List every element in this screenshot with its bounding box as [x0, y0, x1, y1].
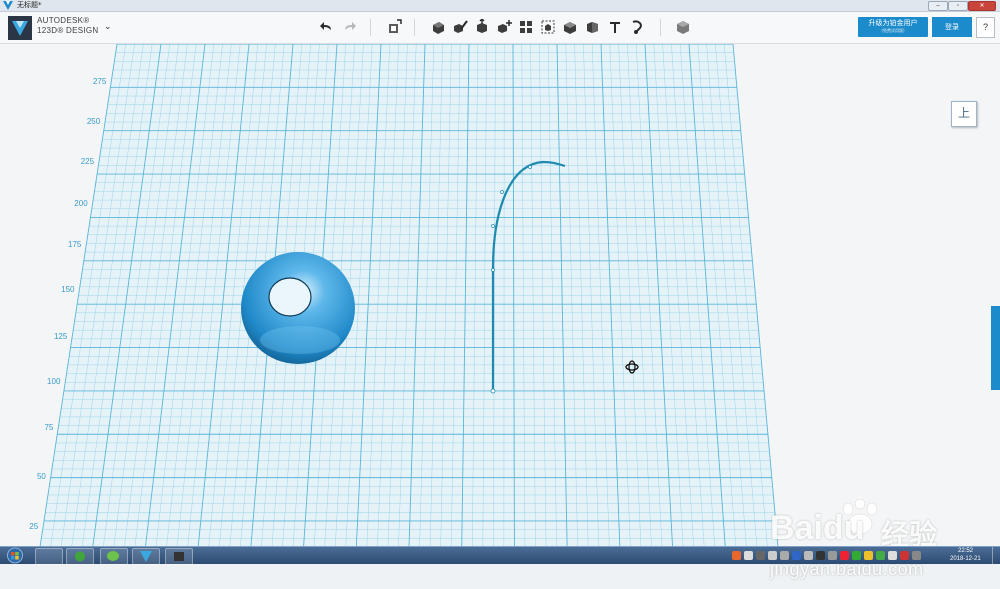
maximize-button[interactable]: ▫ [948, 1, 968, 11]
tray-icon[interactable] [852, 551, 861, 560]
tray-icon[interactable] [732, 551, 741, 560]
tray-icon[interactable] [840, 551, 849, 560]
tray-icon[interactable] [768, 551, 777, 560]
grid-axis-label: 75 [44, 423, 53, 432]
grid-axis-label: 100 [47, 377, 61, 386]
redo-icon[interactable] [341, 19, 357, 35]
main-toolbar: AUTODESK® 123D® DESIGN ⌄ [0, 12, 1000, 44]
tray-icon[interactable] [744, 551, 753, 560]
grid-axis-label: 250 [87, 117, 101, 126]
sphere-shape[interactable] [241, 252, 355, 364]
app-window: 无标题* – ▫ ✕ AUTODESK® 123D® DESIGN ⌄ [0, 0, 1000, 563]
system-tray [728, 548, 938, 563]
tray-icon[interactable] [864, 551, 873, 560]
tray-icon[interactable] [828, 551, 837, 560]
brand-name: AUTODESK® [37, 16, 89, 25]
close-button[interactable]: ✕ [968, 1, 996, 11]
upgrade-sublabel: (免费试用版) [858, 28, 928, 34]
minimize-button[interactable]: – [928, 1, 948, 11]
chat-icon [101, 549, 127, 564]
tray-icon[interactable] [876, 551, 885, 560]
app-logo [8, 16, 32, 40]
watermark: Baidu 经验 jingyan.baidu.com [760, 499, 992, 589]
toolbar-separator [370, 19, 371, 36]
title-bar: 无标题* – ▫ ✕ [0, 0, 1000, 12]
watermark-brand-part1: Bai [770, 509, 823, 547]
grid-axis-label: 25 [29, 522, 38, 531]
toolbar-separator [414, 19, 415, 36]
tray-icon[interactable] [912, 551, 921, 560]
watermark-brand: Baidu [770, 509, 864, 548]
grid-axis-label: 175 [68, 240, 82, 249]
tray-icon[interactable] [816, 551, 825, 560]
viewcube-top-face[interactable]: 上 [951, 101, 977, 127]
123d-icon [133, 549, 159, 564]
tray-icon[interactable] [756, 551, 765, 560]
grid-axis-label: 150 [61, 285, 75, 294]
media-icon [166, 549, 192, 564]
undo-icon[interactable] [319, 19, 335, 35]
tray-icon[interactable] [888, 551, 897, 560]
text-icon[interactable] [607, 19, 623, 35]
clock-date[interactable]: 2018-12-21 [950, 555, 981, 563]
show-desktop-button[interactable] [992, 547, 1000, 564]
browser-icon [67, 549, 93, 564]
viewcube[interactable]: 上 [949, 99, 977, 129]
snap-icon[interactable] [629, 19, 645, 35]
pattern-icon[interactable] [518, 19, 534, 35]
logo-icon [8, 16, 32, 40]
window-title: 无标题* [17, 0, 42, 11]
login-button[interactable]: 登录 [932, 17, 972, 37]
taskbar-item-explorer[interactable] [35, 548, 63, 565]
taskbar-item-media[interactable] [165, 548, 193, 565]
workplane-grid: 275 250 225 200 175 150 125 100 75 50 25 [0, 44, 1000, 547]
upgrade-label: 升级为铂金用户 [858, 17, 928, 28]
os-taskbar: 22:52 2018-12-21 [0, 546, 1000, 564]
grid-axis-label: 225 [81, 157, 95, 166]
tray-icon[interactable] [780, 551, 789, 560]
tray-icon[interactable] [804, 551, 813, 560]
measure-icon[interactable] [585, 19, 601, 35]
primitives-icon[interactable] [430, 19, 446, 35]
app-logo-icon [3, 1, 13, 10]
watermark-brand-part2: du [823, 509, 865, 547]
transform-icon[interactable] [386, 19, 402, 35]
toolbar-separator [660, 19, 661, 36]
grouping-icon[interactable] [540, 19, 556, 35]
clock-time[interactable]: 22:52 [958, 547, 973, 555]
upgrade-button[interactable]: 升级为铂金用户 (免费试用版) [858, 17, 928, 37]
side-panel-tab[interactable] [991, 306, 1000, 390]
grid-axis-label: 50 [37, 472, 46, 481]
combine-icon[interactable] [562, 19, 578, 35]
start-menu-icon[interactable] [4, 547, 26, 564]
app-menu-button[interactable]: ⌄ [104, 21, 112, 32]
grid-axis-label: 200 [74, 199, 88, 208]
design-viewport[interactable]: 275 250 225 200 175 150 125 100 75 50 25 [0, 44, 1000, 547]
tray-icon[interactable] [900, 551, 909, 560]
product-name: 123D® DESIGN [37, 26, 99, 35]
grid-axis-label: 275 [93, 77, 107, 86]
help-button[interactable]: ? [976, 17, 995, 38]
sketch-icon[interactable] [452, 19, 468, 35]
modify-icon[interactable] [496, 19, 512, 35]
tray-icon[interactable] [792, 551, 801, 560]
taskbar-item-ie[interactable] [66, 548, 94, 565]
taskbar-item-123d[interactable] [132, 548, 160, 565]
taskbar-item-wechat[interactable] [100, 548, 128, 565]
construct-icon[interactable] [474, 19, 490, 35]
grid-axis-label: 125 [54, 332, 68, 341]
material-icon[interactable] [675, 19, 691, 35]
